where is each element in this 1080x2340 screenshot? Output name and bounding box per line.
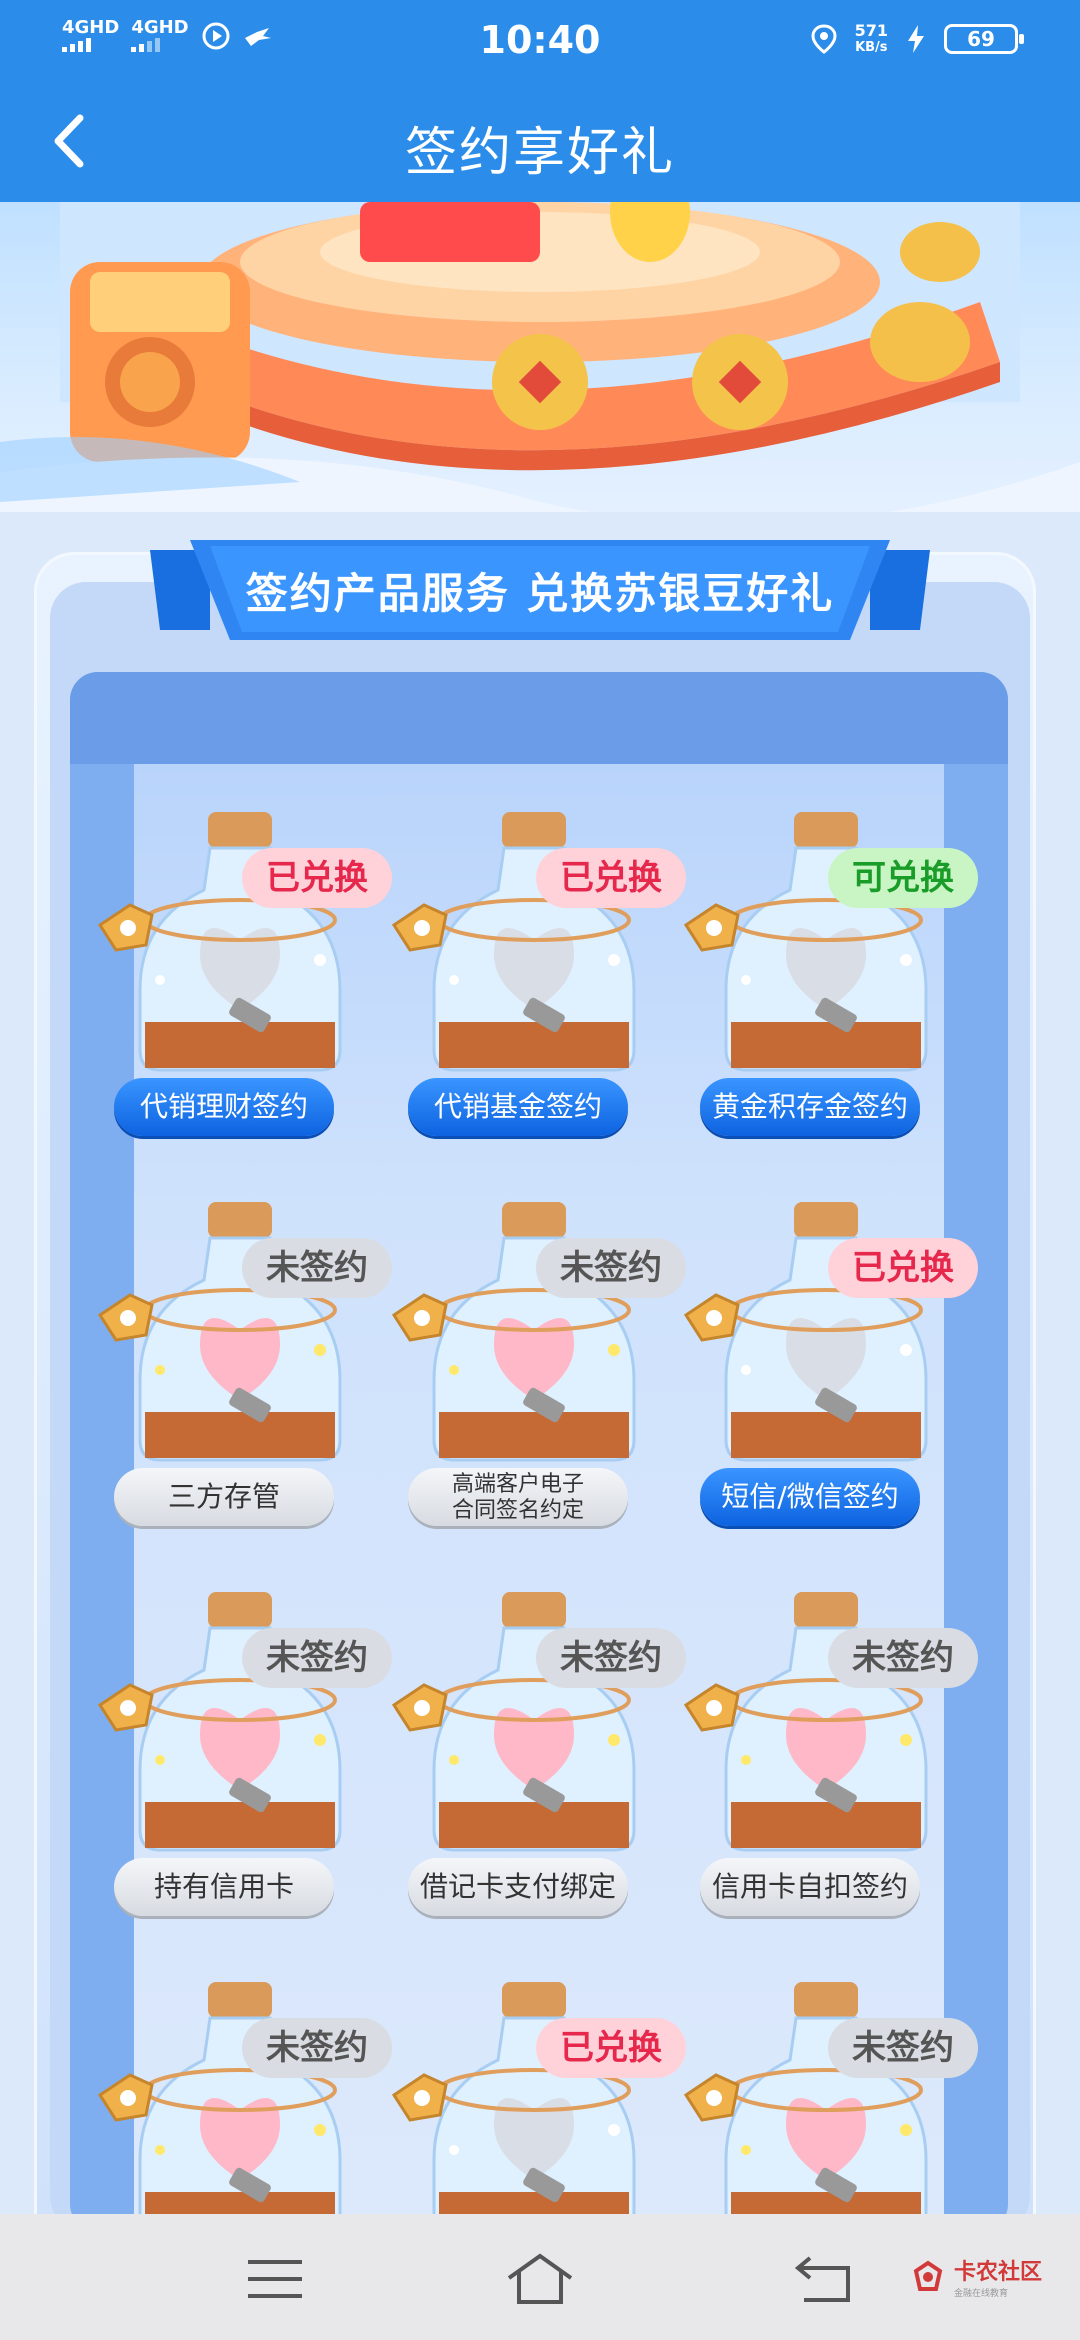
status-badge: 未签约 <box>242 1238 392 1298</box>
product-label[interactable]: 代销基金签约 <box>408 1078 628 1136</box>
product-item[interactable]: 未签约持有信用卡 <box>90 1580 392 1920</box>
bottle-icon <box>683 812 928 1072</box>
status-badge: 可兑换 <box>828 848 978 908</box>
status-badge: 未签约 <box>828 1628 978 1688</box>
status-badge: 未签约 <box>242 2018 392 2078</box>
system-nav-bar: 卡农社区 金融在线教育 <box>0 2214 1080 2340</box>
product-item[interactable]: 已兑换短信/微信签约 <box>676 1190 978 1530</box>
product-label[interactable]: 短信/微信签约 <box>700 1468 920 1526</box>
menu-icon[interactable] <box>240 2252 310 2306</box>
bottle-icon <box>683 1592 928 1852</box>
status-bar: 4GHD 4GHD 10:40 571 KB/s 69 <box>0 0 1080 82</box>
speed-unit: KB/s <box>855 40 888 55</box>
battery-level: 69 <box>967 27 995 51</box>
product-item[interactable]: 未签约信用卡自扣签约 <box>676 1580 978 1920</box>
product-label-line1: 高端客户电子 <box>451 1472 584 1497</box>
bottle-icon <box>97 1592 342 1852</box>
location-icon <box>811 24 837 54</box>
display-frame-top <box>70 672 1008 764</box>
page-title: 签约享好礼 <box>404 123 675 183</box>
bottle-icon <box>97 812 342 1072</box>
bottle-icon <box>683 1202 928 1462</box>
product-label[interactable]: 持有信用卡 <box>114 1858 334 1916</box>
product-label-line2: 合同签名约定 <box>451 1498 584 1523</box>
product-label[interactable]: 信用卡自扣签约 <box>700 1858 920 1916</box>
bottle-icon <box>97 1202 342 1462</box>
watermark-sub: 金融在线教育 <box>953 2289 1008 2299</box>
bottle-icon <box>391 812 636 1072</box>
status-badge: 已兑换 <box>536 848 686 908</box>
product-label[interactable]: 黄金积存金签约 <box>700 1078 920 1136</box>
back-nav-icon[interactable] <box>790 2252 860 2306</box>
status-badge: 未签约 <box>536 1238 686 1298</box>
status-badge: 已兑换 <box>536 2018 686 2078</box>
product-item[interactable]: 未签约高端客户电子 合同签名约定 <box>384 1190 686 1530</box>
banner-art <box>0 202 1080 512</box>
bottle-icon <box>391 1202 636 1462</box>
app-header: 签约享好礼 <box>0 82 1080 202</box>
watermark: 卡农社区 金融在线教育 <box>910 2254 1042 2299</box>
battery-icon: 69 <box>944 24 1024 54</box>
product-label[interactable]: 三方存管 <box>114 1468 334 1526</box>
charging-icon <box>908 25 924 53</box>
product-item[interactable]: 未签约借记卡支付绑定 <box>384 1580 686 1920</box>
product-label[interactable]: 代销理财签约 <box>114 1078 334 1136</box>
home-icon[interactable] <box>505 2252 575 2306</box>
bottle-icon <box>391 1592 636 1852</box>
watermark-logo-icon <box>913 2260 943 2291</box>
product-item[interactable]: 已兑换代销理财签约 <box>90 800 392 1140</box>
section-title: 签约产品服务 兑换苏银豆好礼 <box>245 569 835 618</box>
product-item[interactable]: 已兑换代销基金签约 <box>384 800 686 1140</box>
speed-value: 571 <box>854 21 888 40</box>
status-badge: 已兑换 <box>242 848 392 908</box>
status-right: 571 KB/s 69 <box>811 22 1024 56</box>
banner-illustration <box>0 202 1080 512</box>
product-item[interactable]: 未签约三方存管 <box>90 1190 392 1530</box>
status-badge: 未签约 <box>536 1628 686 1688</box>
product-label[interactable]: 高端客户电子 合同签名约定 <box>408 1468 628 1526</box>
net-speed: 571 KB/s <box>855 22 888 56</box>
status-badge: 未签约 <box>828 2018 978 2078</box>
status-badge: 未签约 <box>242 1628 392 1688</box>
product-label[interactable]: 借记卡支付绑定 <box>408 1858 628 1916</box>
product-item[interactable]: 可兑换黄金积存金签约 <box>676 800 978 1140</box>
watermark-text: 卡农社区 <box>953 2260 1042 2285</box>
status-badge: 已兑换 <box>828 1238 978 1298</box>
